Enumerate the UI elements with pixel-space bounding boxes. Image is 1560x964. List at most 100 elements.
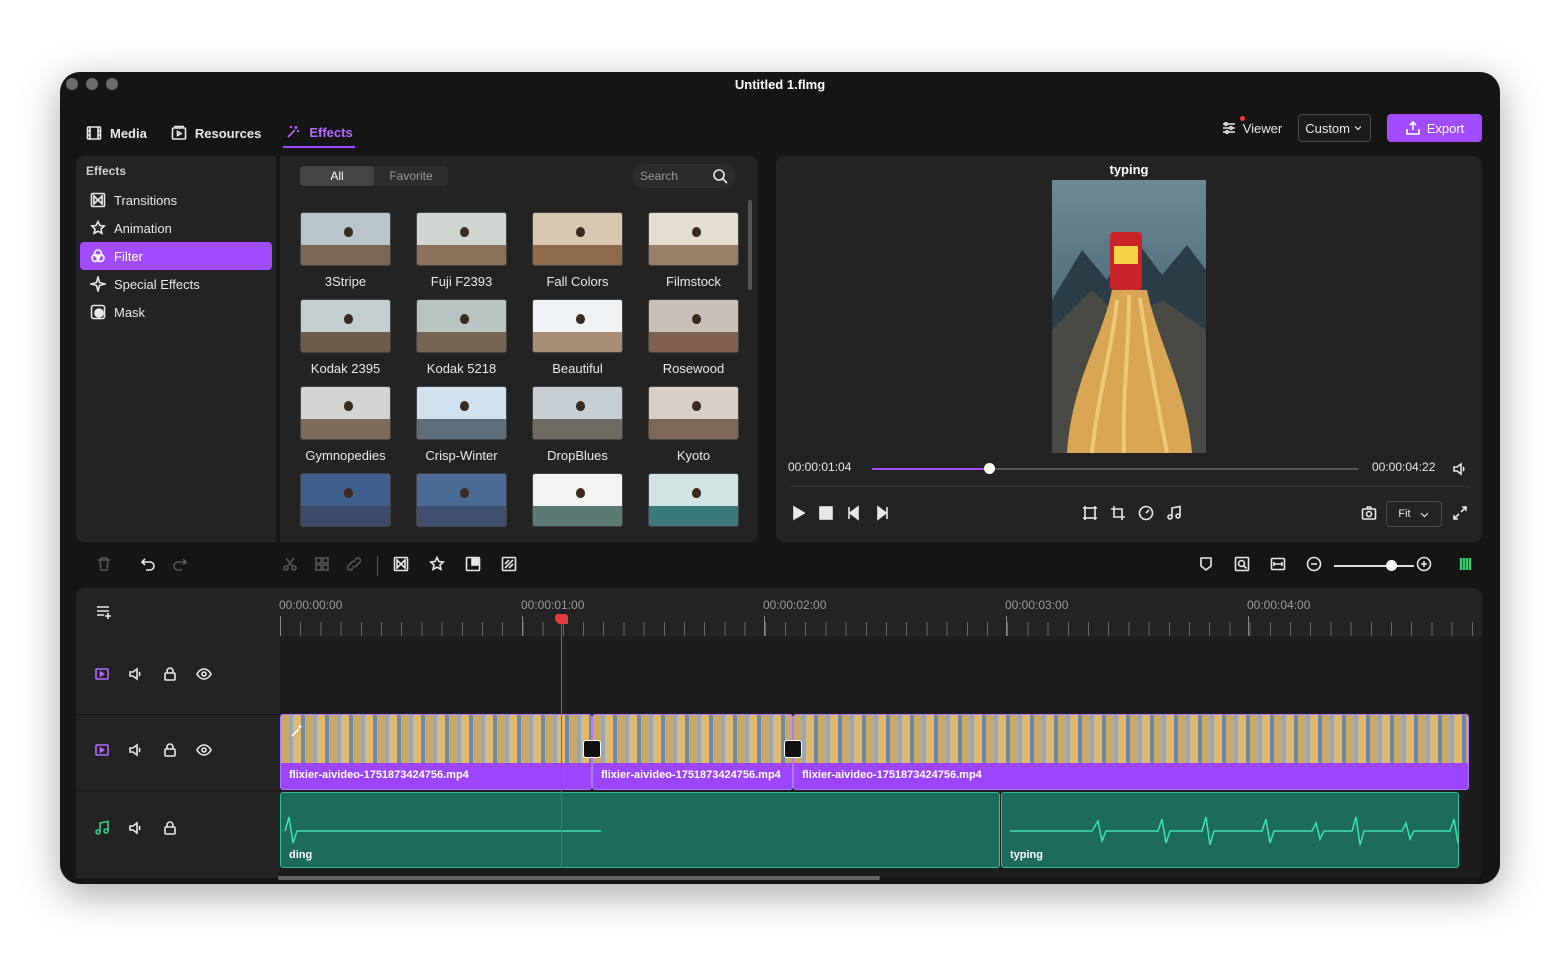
playhead[interactable] xyxy=(555,614,568,868)
zoom-to-selection-icon[interactable] xyxy=(1234,556,1250,572)
redo-icon[interactable] xyxy=(172,556,188,572)
filter-tile[interactable]: Fuji F2393 xyxy=(416,212,507,299)
zoom-in-icon[interactable] xyxy=(1416,556,1432,572)
marker-icon[interactable] xyxy=(1198,556,1214,572)
filter-tile[interactable]: DropBlues xyxy=(532,386,623,473)
export-button[interactable]: Export xyxy=(1387,114,1482,142)
crop-icon[interactable] xyxy=(1110,505,1126,521)
volume-icon[interactable] xyxy=(128,742,144,758)
undo-icon[interactable] xyxy=(140,556,156,572)
playback-scrubber[interactable] xyxy=(872,463,1358,474)
video-clip[interactable]: flixier-aivideo-1751873424756.mp4 xyxy=(793,714,1469,790)
link-icon[interactable] xyxy=(346,556,362,572)
filter-adjust-icon[interactable] xyxy=(501,556,517,572)
sidebar-item-filter[interactable]: Filter xyxy=(80,242,272,270)
add-track-icon[interactable] xyxy=(96,604,112,620)
tab-favorite[interactable]: Favorite xyxy=(374,166,448,186)
thumbnail-land xyxy=(417,332,506,352)
video-clip[interactable]: flixier-aivideo-1751873424756.mp4 xyxy=(280,714,592,790)
filter-tile[interactable] xyxy=(416,473,507,560)
transition-marker[interactable] xyxy=(784,740,802,758)
export-label: Export xyxy=(1426,120,1465,136)
audio-meter-icon[interactable] xyxy=(1458,556,1474,572)
music-note-icon[interactable] xyxy=(1166,505,1182,521)
sidebar-item-label: Filter xyxy=(114,248,143,264)
preview-divider xyxy=(788,486,1470,487)
ruler-label: 00:00:04:00 xyxy=(1247,598,1311,612)
filter-scrollbar[interactable] xyxy=(748,200,752,290)
zoom-slider-handle[interactable] xyxy=(1386,560,1397,571)
tab-effects[interactable]: Effects xyxy=(283,118,355,148)
play-icon[interactable] xyxy=(790,505,806,521)
filter-icon xyxy=(91,249,105,263)
timeline-scrollbar[interactable] xyxy=(278,876,880,880)
sidebar-item-transitions[interactable]: Transitions xyxy=(80,186,272,214)
transform-icon[interactable] xyxy=(1082,505,1098,521)
transition-marker[interactable] xyxy=(583,740,601,758)
volume-icon[interactable] xyxy=(128,820,144,836)
overlay-icon[interactable] xyxy=(465,556,481,572)
timeline-ruler[interactable]: 00:00:00:00 00:00:01:00 00:00:02:00 00:0… xyxy=(76,588,1482,636)
filter-tile[interactable]: Kodak 2395 xyxy=(300,299,391,386)
sidebar-item-animation[interactable]: Animation xyxy=(80,214,272,242)
lock-icon[interactable] xyxy=(162,742,178,758)
filter-tile[interactable] xyxy=(532,473,623,560)
filter-tile[interactable] xyxy=(648,473,739,560)
filter-thumbnail xyxy=(648,386,739,440)
animation-icon[interactable] xyxy=(429,556,445,572)
balloon-icon xyxy=(691,314,701,324)
snapshot-icon[interactable] xyxy=(1361,505,1377,521)
filter-tile[interactable]: Crisp-Winter xyxy=(416,386,507,473)
filter-tile[interactable]: Kodak 5218 xyxy=(416,299,507,386)
scrubber-handle[interactable] xyxy=(983,463,995,474)
audio-clip[interactable]: ding xyxy=(280,792,1000,868)
zoom-fit-select[interactable]: Fit xyxy=(1386,501,1442,527)
filter-tile[interactable]: Fall Colors xyxy=(532,212,623,299)
zoom-out-icon[interactable] xyxy=(1306,556,1322,572)
lock-icon[interactable] xyxy=(162,666,178,682)
next-frame-icon[interactable] xyxy=(874,505,890,521)
sidebar-item-special-effects[interactable]: Special Effects xyxy=(80,270,272,298)
tab-resources[interactable]: Resources xyxy=(169,118,263,148)
filter-thumbnail xyxy=(300,386,391,440)
fullscreen-icon[interactable] xyxy=(1452,505,1468,521)
fit-timeline-icon[interactable] xyxy=(1270,556,1286,572)
filter-tile[interactable]: Beautiful xyxy=(532,299,623,386)
delete-icon[interactable] xyxy=(96,556,112,572)
speed-icon[interactable] xyxy=(1138,505,1154,521)
previous-frame-icon[interactable] xyxy=(846,505,862,521)
thumbnail-land xyxy=(301,245,390,265)
track-header-overlay xyxy=(76,666,280,682)
filter-thumbnail xyxy=(532,473,623,527)
audio-clip[interactable]: typing xyxy=(1001,792,1459,868)
viewer-button[interactable]: Viewer xyxy=(1221,116,1282,136)
film-icon xyxy=(86,126,102,140)
tab-all[interactable]: All xyxy=(300,166,374,186)
volume-icon[interactable] xyxy=(128,666,144,682)
sidebar-item-mask[interactable]: Mask xyxy=(80,298,272,326)
audio-waveform xyxy=(1010,816,1458,846)
group-icon[interactable] xyxy=(314,556,330,572)
transitions-icon[interactable] xyxy=(393,556,409,572)
filter-tile[interactable]: Filmstock xyxy=(648,212,739,299)
video-clip[interactable]: flixier-aivideo-1751873424756.mp4 xyxy=(592,714,793,790)
playhead-handle[interactable] xyxy=(555,614,568,624)
filter-tile[interactable] xyxy=(300,473,391,560)
volume-icon[interactable] xyxy=(1452,461,1468,477)
filter-tile[interactable]: Kyoto xyxy=(648,386,739,473)
tab-media[interactable]: Media xyxy=(84,118,149,148)
stop-icon[interactable] xyxy=(818,505,834,521)
eye-icon[interactable] xyxy=(196,666,212,682)
filter-tile[interactable]: Rosewood xyxy=(648,299,739,386)
filter-tile[interactable]: 3Stripe xyxy=(300,212,391,299)
zoom-slider[interactable] xyxy=(1334,565,1414,567)
audio-waveform xyxy=(284,816,601,844)
layout-select[interactable]: Custom xyxy=(1298,114,1371,142)
eye-icon[interactable] xyxy=(196,742,212,758)
filter-thumbnail xyxy=(648,212,739,266)
filter-search-input[interactable]: Search xyxy=(632,164,736,188)
tab-media-label: Media xyxy=(110,125,147,141)
filter-tile[interactable]: Gymnopedies xyxy=(300,386,391,473)
split-icon[interactable] xyxy=(282,556,298,572)
lock-icon[interactable] xyxy=(162,820,178,836)
